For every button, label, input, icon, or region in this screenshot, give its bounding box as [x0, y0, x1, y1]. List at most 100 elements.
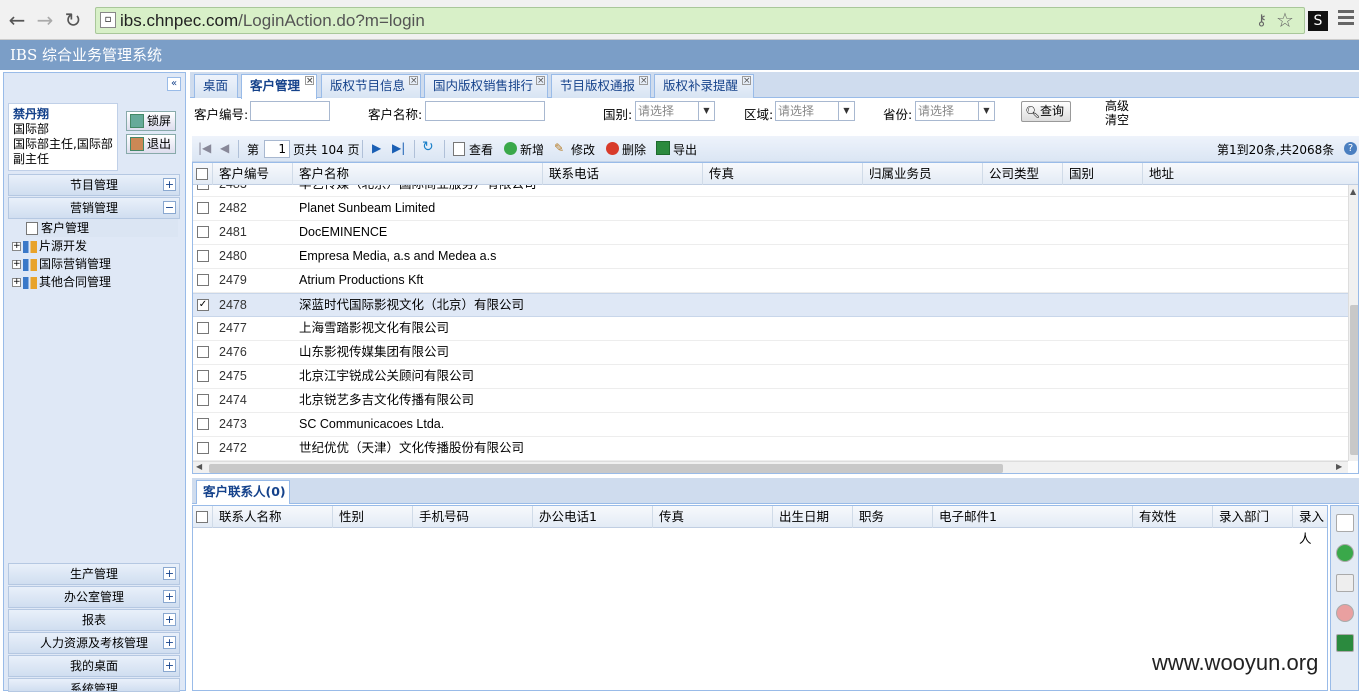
table-row[interactable]: 2481 DocEMINENCE	[193, 221, 1348, 245]
menu-hr[interactable]: 人力资源及考核管理 +	[8, 632, 180, 654]
table-row[interactable]: 2480 Empresa Media, a.s and Medea a.s	[193, 245, 1348, 269]
view-button[interactable]: 查看	[469, 141, 493, 158]
table-row[interactable]: ✓ 2478 深蓝时代国际影视文化（北京）有限公司	[193, 293, 1348, 317]
edit-button[interactable]: 修改	[571, 141, 595, 158]
close-tab-icon[interactable]: ×	[305, 76, 314, 86]
row-checkbox[interactable]	[197, 226, 209, 238]
menu-office[interactable]: 办公室管理 +	[8, 586, 180, 608]
expand-icon[interactable]: +	[163, 178, 176, 191]
menu-icon[interactable]	[1338, 10, 1354, 28]
col-entry-dept[interactable]: 录入部门	[1213, 506, 1293, 528]
expand-icon[interactable]: +	[163, 613, 176, 626]
col-customer-no[interactable]: 客户编号	[213, 163, 293, 185]
back-icon[interactable]: ←	[6, 8, 28, 32]
export-button[interactable]: 导出	[673, 141, 697, 158]
expand-icon[interactable]: +	[163, 567, 176, 580]
col-address[interactable]: 地址	[1143, 163, 1348, 185]
menu-my-desktop[interactable]: 我的桌面 +	[8, 655, 180, 677]
select-all-checkbox[interactable]	[196, 168, 208, 180]
col-email[interactable]: 电子邮件1	[933, 506, 1133, 528]
tab-customer-contacts[interactable]: 客户联系人(0)	[196, 480, 290, 504]
menu-marketing-management[interactable]: 营销管理 −	[8, 197, 180, 219]
row-checkbox[interactable]	[197, 346, 209, 358]
row-checkbox[interactable]	[197, 274, 209, 286]
add-contact-icon[interactable]	[1336, 544, 1354, 562]
expand-node-icon[interactable]: +	[12, 260, 21, 269]
row-checkbox[interactable]	[197, 394, 209, 406]
table-row[interactable]: 2474 北京锐艺多吉文化传播有限公司	[193, 389, 1348, 413]
region-select[interactable]: 请选择 ▼	[775, 101, 855, 121]
tree-item-source-dev[interactable]: + 片源开发	[12, 237, 87, 255]
expand-node-icon[interactable]: +	[12, 242, 21, 251]
address-bar[interactable]: ibs.chnpec.com/LoginAction.do?m=login	[95, 7, 1305, 34]
row-checkbox[interactable]	[197, 202, 209, 214]
tab-copyright-reminder[interactable]: 版权补录提醒 ×	[654, 74, 754, 98]
tab-domestic-sales-ranking[interactable]: 国内版权销售排行 ×	[424, 74, 548, 98]
expand-node-icon[interactable]: +	[12, 278, 21, 287]
bookmark-star-icon[interactable]: ☆	[1276, 8, 1294, 32]
table-row[interactable]: 2479 Atrium Productions Kft	[193, 269, 1348, 293]
dropdown-arrow-icon[interactable]: ▼	[978, 102, 994, 120]
tab-copyright-programs[interactable]: 版权节目信息 ×	[321, 74, 421, 98]
vertical-scrollbar[interactable]: ▲	[1348, 185, 1358, 461]
col-mobile[interactable]: 手机号码	[413, 506, 533, 528]
view-contact-icon[interactable]	[1336, 514, 1354, 532]
col-fax[interactable]: 传真	[653, 506, 773, 528]
tab-copyright-notice[interactable]: 节目版权通报 ×	[551, 74, 651, 98]
delete-contact-icon[interactable]	[1336, 604, 1354, 622]
col-office-phone[interactable]: 办公电话1	[533, 506, 653, 528]
row-checkbox[interactable]	[197, 250, 209, 262]
table-row[interactable]: 2482 Planet Sunbeam Limited	[193, 197, 1348, 221]
refresh-icon[interactable]: ↻	[422, 139, 434, 155]
help-icon[interactable]: ?	[1344, 142, 1357, 155]
header-select-all[interactable]	[193, 506, 213, 528]
table-row[interactable]: 2472 世纪优优（天津）文化传播股份有限公司	[193, 437, 1348, 461]
table-row[interactable]: 2477 上海雪踏影视文化有限公司	[193, 317, 1348, 341]
col-fax[interactable]: 传真	[703, 163, 863, 185]
table-row[interactable]: 2473 SC Communicacoes Ltda.	[193, 413, 1348, 437]
customer-name-input[interactable]	[425, 101, 545, 121]
forward-icon[interactable]: →	[34, 8, 56, 32]
menu-system[interactable]: 系统管理	[8, 678, 180, 692]
collapse-sidebar-icon[interactable]: «	[167, 77, 181, 91]
close-tab-icon[interactable]: ×	[536, 76, 545, 86]
logout-button[interactable]: 退出	[126, 134, 176, 154]
header-select-all[interactable]	[193, 163, 213, 185]
horizontal-scroll-thumb[interactable]	[209, 464, 1003, 473]
col-customer-name[interactable]: 客户名称	[293, 163, 543, 185]
prev-page-icon[interactable]: ◀	[220, 141, 229, 155]
scroll-left-icon[interactable]: ◀	[196, 462, 202, 471]
col-contact-name[interactable]: 联系人名称	[213, 506, 333, 528]
tab-customer-management[interactable]: 客户管理 ×	[241, 74, 317, 99]
row-checkbox[interactable]	[197, 322, 209, 334]
col-salesperson[interactable]: 归属业务员	[863, 163, 983, 185]
key-icon[interactable]: ⚷	[1256, 11, 1267, 29]
expand-icon[interactable]: +	[163, 659, 176, 672]
page-number-input[interactable]: 1	[264, 140, 290, 158]
edit-contact-icon[interactable]	[1336, 574, 1354, 592]
col-phone[interactable]: 联系电话	[543, 163, 703, 185]
tab-desktop[interactable]: 桌面	[194, 74, 238, 98]
close-tab-icon[interactable]: ×	[639, 76, 648, 86]
province-select[interactable]: 请选择 ▼	[915, 101, 995, 121]
col-company-type[interactable]: 公司类型	[983, 163, 1063, 185]
menu-reports[interactable]: 报表 +	[8, 609, 180, 631]
tree-item-customer-management[interactable]: 客户管理	[26, 219, 178, 237]
first-page-icon[interactable]: |◀	[198, 141, 211, 155]
export-contact-icon[interactable]	[1336, 634, 1354, 652]
next-page-icon[interactable]: ▶	[372, 141, 381, 155]
col-country[interactable]: 国别	[1063, 163, 1143, 185]
row-checkbox[interactable]	[197, 418, 209, 430]
scroll-up-icon[interactable]: ▲	[1350, 187, 1356, 196]
col-validity[interactable]: 有效性	[1133, 506, 1213, 528]
table-row[interactable]: 2475 北京江宇锐成公关顾问有限公司	[193, 365, 1348, 389]
col-birthday[interactable]: 出生日期	[773, 506, 853, 528]
close-tab-icon[interactable]: ×	[742, 76, 751, 86]
dropdown-arrow-icon[interactable]: ▼	[838, 102, 854, 120]
col-gender[interactable]: 性别	[333, 506, 413, 528]
menu-program-management[interactable]: 节目管理 +	[8, 174, 180, 196]
add-button[interactable]: 新增	[520, 141, 544, 158]
tree-item-intl-marketing[interactable]: + 国际营销管理	[12, 255, 111, 273]
select-all-checkbox[interactable]	[196, 511, 208, 523]
customer-no-input[interactable]	[250, 101, 330, 121]
